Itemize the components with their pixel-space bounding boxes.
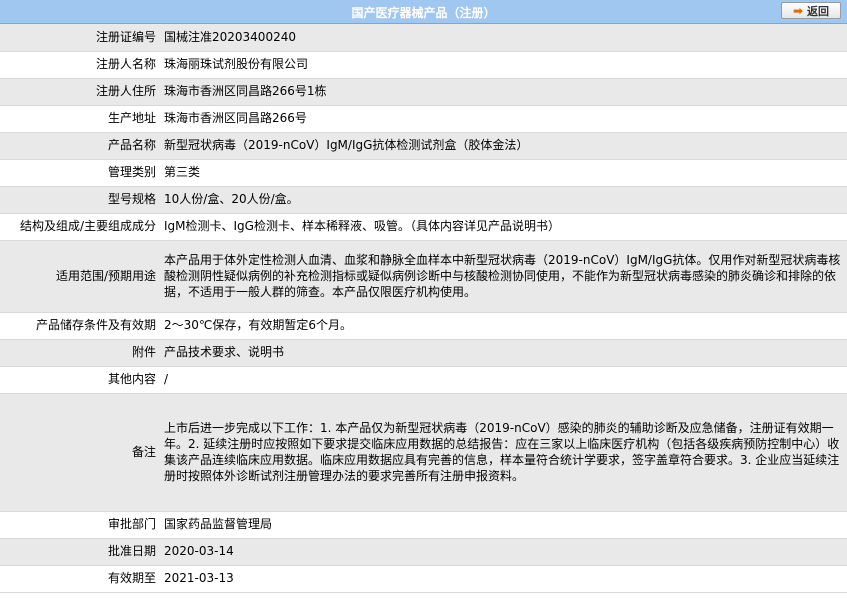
table-row: 注册人住所 珠海市香洲区同昌路266号1栋 [0,78,847,106]
table-row: 批准日期 2020-03-14 [0,538,847,566]
row-value: 珠海市香洲区同昌路266号1栋 [160,78,847,106]
table-row: 其他内容 / [0,366,847,394]
row-value: 2021-03-13 [160,565,847,593]
row-label: 备注 [0,393,160,512]
table-row: 审批部门 国家药品监督管理局 [0,511,847,539]
row-label: 产品名称 [0,132,160,160]
row-value: / [160,366,847,394]
row-label: 产品储存条件及有效期 [0,312,160,340]
row-label: 其他内容 [0,366,160,394]
row-value: 第三类 [160,159,847,187]
table-row: 适用范围/预期用途 本产品用于体外定性检测人血清、血浆和静脉全血样本中新型冠状病… [0,240,847,313]
row-label: 附件 [0,339,160,367]
row-value: IgM检测卡、IgG检测卡、样本稀释液、吸管。（具体内容详见产品说明书） [160,213,847,241]
row-label: 结构及组成/主要组成成分 [0,213,160,241]
table-row: 备注 上市后进一步完成以下工作：1. 本产品仅为新型冠状病毒（2019-nCoV… [0,393,847,512]
row-value: 上市后进一步完成以下工作：1. 本产品仅为新型冠状病毒（2019-nCoV）感染… [160,393,847,512]
table-row: 产品名称 新型冠状病毒（2019-nCoV）IgM/IgG抗体检测试剂盒（胶体金… [0,132,847,160]
row-value: 10人份/盒、20人份/盒。 [160,186,847,214]
arrow-right-icon: ➡ [792,3,804,18]
row-label: 管理类别 [0,159,160,187]
row-value: 产品技术要求、说明书 [160,339,847,367]
row-value: 国家药品监督管理局 [160,511,847,539]
row-value: 2～30℃保存，有效期暂定6个月。 [160,312,847,340]
detail-table: 注册证编号 国械注准20203400240 注册人名称 珠海丽珠试剂股份有限公司… [0,24,847,593]
row-value: 国械注准20203400240 [160,24,847,52]
row-value: 珠海丽珠试剂股份有限公司 [160,51,847,79]
page: 国产医疗器械产品（注册） ➡ 返回 注册证编号 国械注准20203400240 … [0,0,847,599]
row-label: 适用范围/预期用途 [0,240,160,313]
table-row: 注册人名称 珠海丽珠试剂股份有限公司 [0,51,847,79]
table-row: 生产地址 珠海市香洲区同昌路266号 [0,105,847,133]
table-row: 有效期至 2021-03-13 [0,565,847,593]
table-row: 结构及组成/主要组成成分 IgM检测卡、IgG检测卡、样本稀释液、吸管。（具体内… [0,213,847,241]
table-row: 附件 产品技术要求、说明书 [0,339,847,367]
table-row: 产品储存条件及有效期 2～30℃保存，有效期暂定6个月。 [0,312,847,340]
page-title: 国产医疗器械产品（注册） [351,6,496,20]
row-label: 有效期至 [0,565,160,593]
table-row: 型号规格 10人份/盒、20人份/盒。 [0,186,847,214]
row-value: 2020-03-14 [160,538,847,566]
row-label: 注册人住所 [0,78,160,106]
row-label: 注册证编号 [0,24,160,52]
header-bar: 国产医疗器械产品（注册） ➡ 返回 [0,0,847,24]
back-button[interactable]: ➡ 返回 [781,2,841,19]
row-label: 生产地址 [0,105,160,133]
table-row: 注册证编号 国械注准20203400240 [0,24,847,52]
row-value: 新型冠状病毒（2019-nCoV）IgM/IgG抗体检测试剂盒（胶体金法） [160,132,847,160]
row-label: 审批部门 [0,511,160,539]
row-label: 批准日期 [0,538,160,566]
row-value: 本产品用于体外定性检测人血清、血浆和静脉全血样本中新型冠状病毒（2019-nCo… [160,240,847,313]
row-label: 注册人名称 [0,51,160,79]
back-button-label: 返回 [807,4,830,18]
row-value: 珠海市香洲区同昌路266号 [160,105,847,133]
row-label: 型号规格 [0,186,160,214]
table-row: 管理类别 第三类 [0,159,847,187]
